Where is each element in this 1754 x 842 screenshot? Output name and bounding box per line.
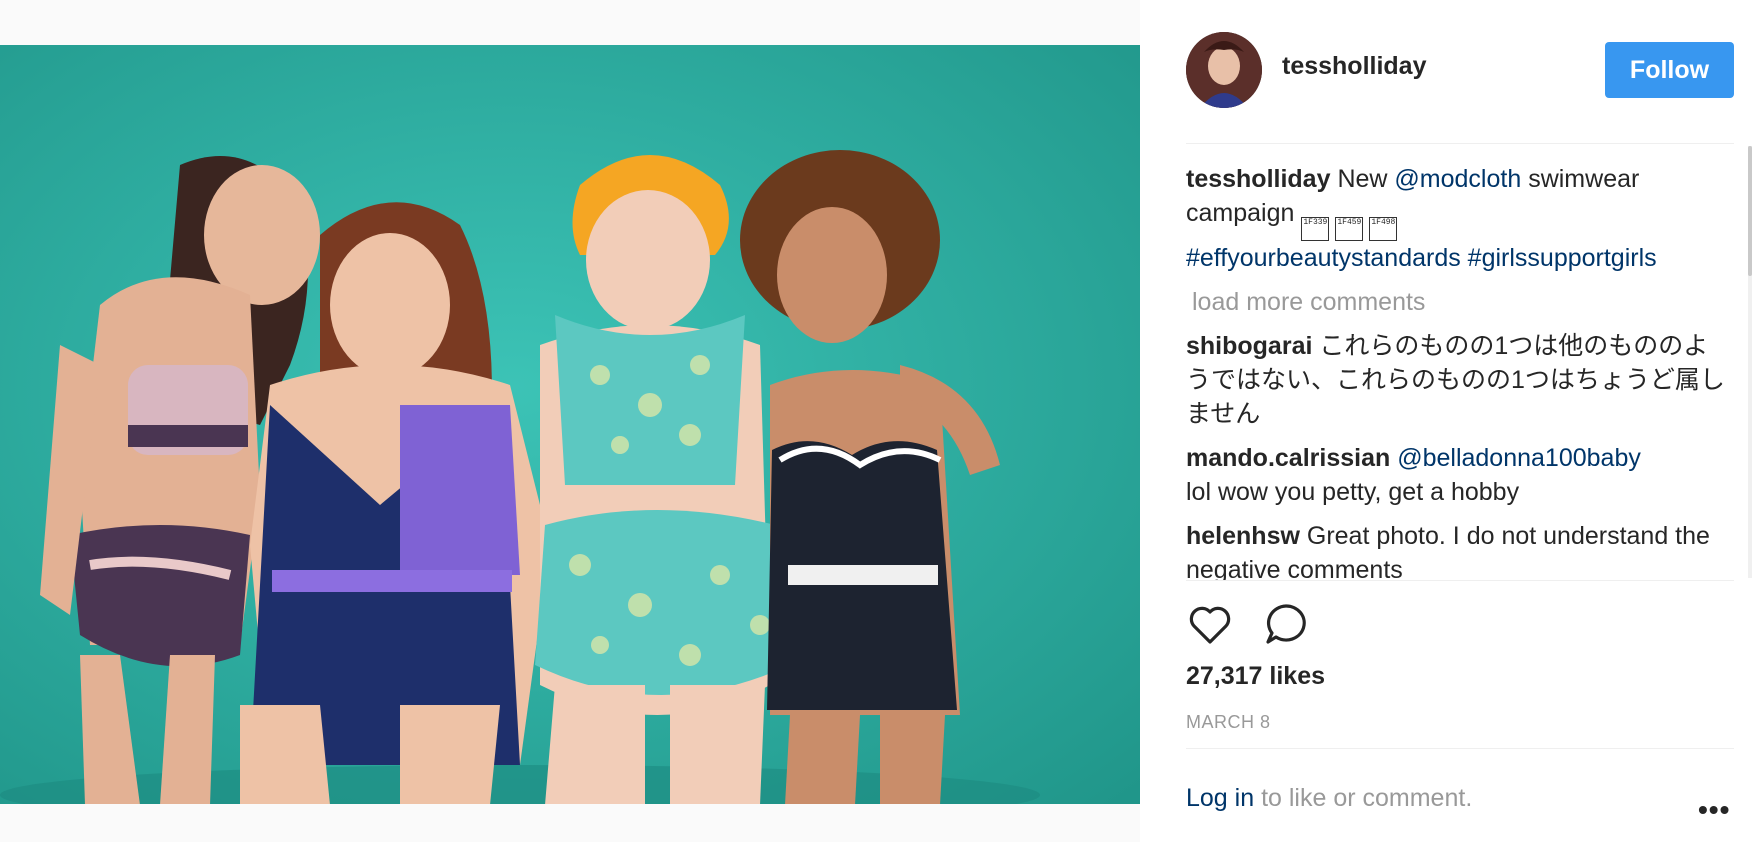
comments-scrollbar-thumb[interactable] xyxy=(1748,146,1752,276)
login-prompt: Log in to like or comment. xyxy=(1186,784,1472,813)
login-link[interactable]: Log in xyxy=(1186,784,1254,812)
comment-item: helenhsw Great photo. I do not understan… xyxy=(1186,519,1726,580)
caption: tessholliday New @modcloth swimwear camp… xyxy=(1186,162,1726,275)
caption-hashtags[interactable]: #effyourbeautystandards #girlssupportgir… xyxy=(1186,244,1657,272)
heart-icon[interactable] xyxy=(1186,600,1238,652)
more-options-icon[interactable]: ••• xyxy=(1698,794,1730,826)
comment-text: lol wow you petty, get a hobby xyxy=(1186,478,1520,506)
post-image xyxy=(0,45,1140,804)
comments-divider xyxy=(1186,580,1734,581)
login-prompt-text: to like or comment. xyxy=(1261,784,1473,812)
emoji-placeholder-icon: 1F498 xyxy=(1369,217,1398,241)
post-photo[interactable] xyxy=(0,45,1140,804)
caption-emojis: 1F339 1F459 1F498 xyxy=(1301,199,1403,241)
user-avatar[interactable] xyxy=(1186,32,1262,108)
caption-mention[interactable]: @modcloth xyxy=(1394,165,1521,193)
comment-username[interactable]: helenhsw xyxy=(1186,522,1300,550)
comment-mention[interactable]: @belladonna100baby xyxy=(1397,444,1641,472)
load-more-comments[interactable]: load more comments xyxy=(1192,285,1726,319)
post-date[interactable]: MARCH 8 xyxy=(1186,712,1271,733)
caption-username[interactable]: tessholliday xyxy=(1186,165,1331,193)
comment-username[interactable]: shibogarai xyxy=(1186,332,1312,360)
comment-item: mando.calrissian @belladonna100baby lol … xyxy=(1186,441,1726,509)
likes-count[interactable]: 27,317 likes xyxy=(1186,662,1325,691)
comment-bubble-icon[interactable] xyxy=(1262,600,1314,652)
comments-list[interactable]: tessholliday New @modcloth swimwear camp… xyxy=(1186,162,1726,580)
header-divider xyxy=(1186,143,1734,144)
emoji-placeholder-icon: 1F459 xyxy=(1335,217,1364,241)
footer-divider xyxy=(1186,748,1734,749)
post-username[interactable]: tessholliday xyxy=(1282,52,1427,81)
comment-username[interactable]: mando.calrissian xyxy=(1186,444,1390,472)
follow-button[interactable]: Follow xyxy=(1605,42,1734,98)
avatar-image xyxy=(1186,32,1262,108)
comment-item: shibogarai これらのものの1つは他のもののようではない、これらのものの… xyxy=(1186,329,1726,431)
caption-text-before: New xyxy=(1337,165,1388,193)
emoji-placeholder-icon: 1F339 xyxy=(1301,217,1330,241)
